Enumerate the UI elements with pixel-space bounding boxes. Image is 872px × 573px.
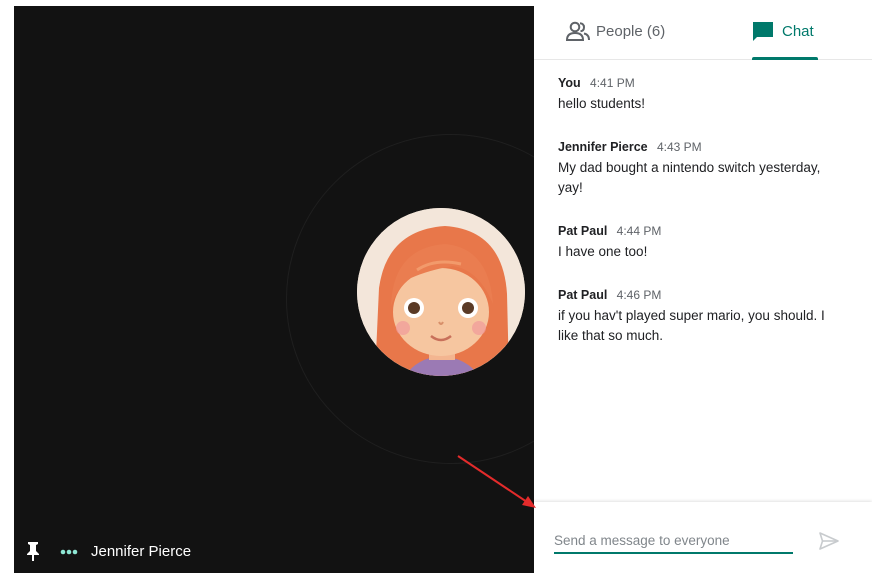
- chat-message: Jennifer Pierce 4:43 PM My dad bought a …: [558, 140, 838, 198]
- participant-name: Jennifer Pierce: [91, 543, 192, 560]
- message-line: yay!: [558, 180, 583, 195]
- message-sender: Pat Paul: [558, 288, 608, 302]
- message-text: My dad bought a nintendo switch yesterda…: [558, 158, 838, 198]
- message-time: 4:43 PM: [656, 140, 702, 154]
- message-sender: Jennifer Pierce: [558, 140, 648, 154]
- message-line: if you hav't played super mario, you sho…: [558, 308, 825, 323]
- message-text: I have one too!: [558, 242, 838, 262]
- more-dots-icon[interactable]: [60, 549, 78, 555]
- message-line: My dad bought a nintendo switch yesterda…: [558, 160, 821, 175]
- message-time: 4:41 PM: [590, 76, 635, 90]
- side-panel: People (6) Chat You 4:41 PM hello studen…: [534, 0, 872, 573]
- chat-messages: You 4:41 PM hello students! Jennifer Pie…: [558, 76, 838, 372]
- avatar-illustration: [357, 208, 525, 376]
- chat-message: Pat Paul 4:44 PM I have one too!: [558, 224, 838, 262]
- message-input[interactable]: [554, 530, 793, 554]
- message-text: if you hav't played super mario, you sho…: [558, 306, 838, 346]
- message-text: hello students!: [558, 94, 838, 114]
- send-icon[interactable]: [818, 531, 840, 551]
- tab-people[interactable]: People (6): [554, 0, 724, 60]
- people-icon: [566, 21, 590, 41]
- chat-message: You 4:41 PM hello students!: [558, 76, 838, 114]
- message-sender: You: [558, 76, 581, 90]
- message-line: like that so much.: [558, 328, 664, 343]
- participant-bar: Jennifer Pierce: [14, 531, 534, 573]
- message-time: 4:46 PM: [616, 288, 662, 302]
- pin-icon[interactable]: [24, 541, 42, 561]
- video-tile: Jennifer Pierce: [14, 6, 534, 573]
- tab-chat[interactable]: Chat: [734, 0, 844, 60]
- avatar: [357, 208, 525, 376]
- message-line: hello students!: [558, 96, 646, 111]
- panel-tabs: People (6) Chat: [534, 0, 872, 60]
- chat-message: Pat Paul 4:46 PM if you hav't played sup…: [558, 288, 838, 346]
- message-line: I have one too!: [558, 244, 648, 259]
- chat-icon: [753, 22, 773, 41]
- message-composer: [534, 502, 872, 573]
- message-sender: Pat Paul: [558, 224, 608, 238]
- message-time: 4:44 PM: [616, 224, 662, 238]
- tab-people-label: People (6): [596, 23, 666, 40]
- tab-chat-label: Chat: [782, 23, 814, 40]
- active-tab-indicator: [752, 57, 818, 60]
